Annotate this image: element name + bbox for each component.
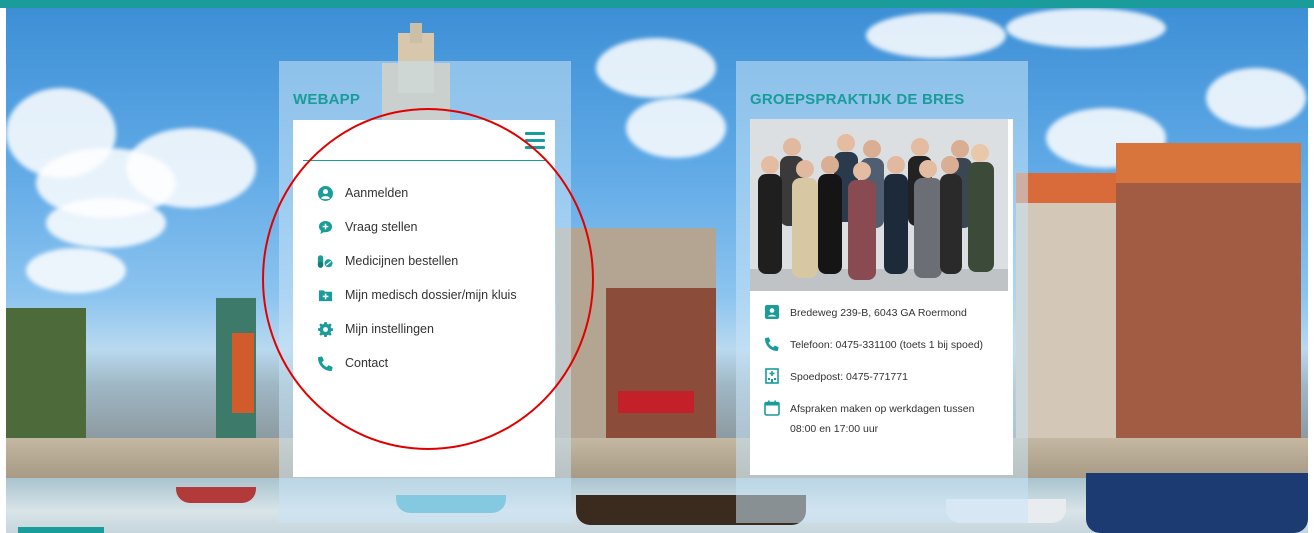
- menu-item-label: Aanmelden: [345, 186, 409, 200]
- medical-folder-icon: [317, 287, 333, 303]
- gear-icon: [317, 321, 333, 337]
- menu-item-label: Mijn medisch dossier/mijn kluis: [345, 288, 517, 302]
- praktijk-title: GROEPSPRAKTIJK DE BRES: [750, 91, 965, 108]
- top-accent-bar: [0, 0, 1314, 8]
- phone-icon: [764, 335, 780, 353]
- contact-info: Bredeweg 239-B, 6043 GA Roermond Telefoo…: [764, 303, 1004, 451]
- pills-icon: [317, 253, 333, 269]
- address-text: Bredeweg 239-B, 6043 GA Roermond: [790, 307, 967, 319]
- menu-item-label: Mijn instellingen: [345, 322, 434, 336]
- background-photo-roermond: [6, 8, 1308, 533]
- address-row: Bredeweg 239-B, 6043 GA Roermond: [764, 303, 1004, 323]
- menu-item-aanmelden[interactable]: Aanmelden: [317, 176, 517, 210]
- team-photo: [750, 119, 1008, 291]
- menu-item-medicijnen-bestellen[interactable]: Medicijnen bestellen: [317, 244, 517, 278]
- appointments-text: Afspraken maken op werkdagen tussen 08:0…: [790, 399, 974, 439]
- appointments-row: Afspraken maken op werkdagen tussen 08:0…: [764, 399, 1004, 439]
- emergency-text: Spoedpost: 0475-771771: [790, 371, 908, 383]
- hamburger-menu-icon[interactable]: [525, 132, 545, 149]
- menu-divider: [303, 160, 545, 161]
- appointments-line-1: Afspraken maken op werkdagen tussen: [790, 403, 975, 415]
- appointments-line-2: 08:00 en 17:00 uur: [790, 423, 879, 435]
- chat-bubble-plus-icon: [317, 219, 333, 235]
- webapp-panel: WEBAPP Aanmelden Vraag stellen Medicijne…: [279, 61, 571, 523]
- menu-item-mijn-instellingen[interactable]: Mijn instellingen: [317, 312, 517, 346]
- menu-item-vraag-stellen[interactable]: Vraag stellen: [317, 210, 517, 244]
- bottom-accent-tab: [18, 527, 104, 533]
- webapp-title: WEBAPP: [293, 91, 361, 108]
- menu-item-contact[interactable]: Contact: [317, 346, 517, 380]
- menu-item-label: Vraag stellen: [345, 220, 418, 234]
- praktijk-info-card: Bredeweg 239-B, 6043 GA Roermond Telefoo…: [750, 119, 1013, 475]
- praktijk-panel: GROEPSPRAKTIJK DE BRES Bredeweg 239-B, 6…: [736, 61, 1028, 523]
- user-circle-icon: [317, 185, 333, 201]
- menu-item-label: Contact: [345, 356, 389, 370]
- webapp-menu-card: Aanmelden Vraag stellen Medicijnen beste…: [293, 120, 555, 477]
- phone-icon: [317, 355, 333, 371]
- webapp-menu: Aanmelden Vraag stellen Medicijnen beste…: [317, 176, 517, 380]
- address-card-icon: [764, 303, 780, 321]
- emergency-row[interactable]: Spoedpost: 0475-771771: [764, 367, 1004, 387]
- menu-item-medisch-dossier[interactable]: Mijn medisch dossier/mijn kluis: [317, 278, 517, 312]
- hospital-icon: [764, 367, 780, 385]
- menu-item-label: Medicijnen bestellen: [345, 254, 459, 268]
- calendar-icon: [764, 399, 780, 417]
- phone-text: Telefoon: 0475-331100 (toets 1 bij spoed…: [790, 339, 984, 351]
- phone-row[interactable]: Telefoon: 0475-331100 (toets 1 bij spoed…: [764, 335, 1004, 355]
